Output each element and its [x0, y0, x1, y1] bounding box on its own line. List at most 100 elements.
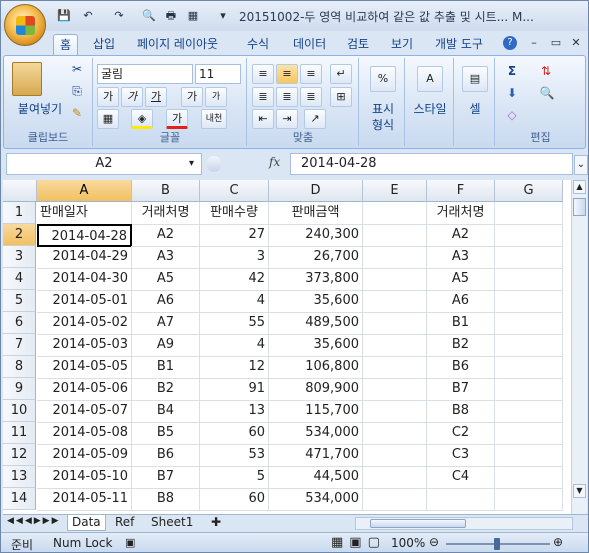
cell[interactable]: A6: [427, 290, 495, 313]
cell[interactable]: [495, 290, 563, 313]
cell[interactable]: 373,800: [269, 268, 363, 291]
align-middle-icon[interactable]: ≡: [276, 64, 298, 84]
cell[interactable]: [363, 378, 427, 401]
qat-dropdown-icon[interactable]: ▾: [215, 8, 231, 24]
row-header[interactable]: 14: [3, 488, 36, 510]
cell[interactable]: 60: [200, 488, 269, 511]
sheet-nav-icon[interactable]: ◀◀◀▶▶▶: [7, 516, 61, 526]
cell[interactable]: [495, 312, 563, 335]
cell[interactable]: [495, 444, 563, 467]
cell[interactable]: 2014-05-01: [37, 290, 132, 313]
tab-formulas[interactable]: 수식: [241, 34, 275, 55]
cell[interactable]: 240,300: [269, 224, 363, 247]
copy-icon[interactable]: ⎘: [69, 84, 85, 99]
formula-input[interactable]: 2014-04-28: [290, 153, 573, 175]
cell[interactable]: 2014-05-10: [37, 466, 132, 489]
cell[interactable]: [363, 356, 427, 379]
align-top-icon[interactable]: ≡: [252, 64, 274, 84]
row-header[interactable]: 3: [3, 246, 36, 268]
cell[interactable]: 55: [200, 312, 269, 335]
border-icon[interactable]: ▦: [97, 109, 119, 129]
decrease-indent-icon[interactable]: ⇤: [252, 109, 274, 129]
insert-sheet-icon[interactable]: ✚: [207, 515, 225, 531]
row-header[interactable]: 11: [3, 422, 36, 444]
cell[interactable]: A3: [132, 246, 200, 269]
cell[interactable]: B5: [132, 422, 200, 445]
cell[interactable]: [363, 488, 427, 511]
merge-center-icon[interactable]: ⊞: [330, 87, 352, 107]
fill-color-icon[interactable]: ◈: [131, 109, 153, 129]
column-header-d[interactable]: D: [269, 180, 363, 202]
cell[interactable]: [363, 290, 427, 313]
zoom-in-icon[interactable]: ⊕: [553, 535, 563, 549]
name-box[interactable]: A2: [6, 153, 202, 175]
number-format-button[interactable]: 표시: [362, 100, 404, 117]
print-preview-icon[interactable]: 🔍: [141, 8, 157, 24]
cell[interactable]: 534,000: [269, 488, 363, 511]
cell[interactable]: [363, 268, 427, 291]
column-header-c[interactable]: C: [200, 180, 269, 202]
row-header[interactable]: 12: [3, 444, 36, 466]
cells-button[interactable]: 셀: [457, 100, 493, 117]
cell[interactable]: 2014-05-05: [37, 356, 132, 379]
tab-insert[interactable]: 삽입: [87, 34, 121, 55]
cell[interactable]: [363, 400, 427, 423]
cell[interactable]: [427, 488, 495, 511]
cell[interactable]: 809,900: [269, 378, 363, 401]
formula-splitter[interactable]: [207, 156, 221, 172]
cell[interactable]: [495, 488, 563, 511]
cell[interactable]: [495, 202, 563, 225]
cell[interactable]: A7: [132, 312, 200, 335]
cell[interactable]: C3: [427, 444, 495, 467]
cell[interactable]: [363, 202, 427, 225]
active-cell[interactable]: 2014-04-28: [37, 224, 132, 247]
sheet-tab-sheet1[interactable]: Sheet1: [147, 515, 197, 531]
paste-icon[interactable]: [12, 62, 42, 96]
namebox-dropdown-icon[interactable]: ▾: [189, 158, 194, 169]
column-header-a[interactable]: A: [37, 180, 132, 202]
cell[interactable]: 44,500: [269, 466, 363, 489]
cell[interactable]: 53: [200, 444, 269, 467]
styles-button[interactable]: 스타일: [408, 100, 452, 117]
cell[interactable]: 판매금액: [269, 202, 363, 225]
cell[interactable]: 27: [200, 224, 269, 247]
increase-indent-icon[interactable]: ⇥: [276, 109, 298, 129]
cell[interactable]: B7: [132, 466, 200, 489]
macro-record-icon[interactable]: ▣: [125, 536, 135, 549]
cell[interactable]: C4: [427, 466, 495, 489]
column-header-g[interactable]: G: [495, 180, 563, 202]
phonetic-button[interactable]: 내천: [201, 109, 227, 129]
save-icon[interactable]: 💾: [56, 8, 72, 24]
tab-page-layout[interactable]: 페이지 레이아웃: [131, 34, 224, 55]
horizontal-scrollbar[interactable]: [355, 517, 573, 530]
row-header[interactable]: 13: [3, 466, 36, 488]
align-left-icon[interactable]: ≣: [252, 87, 274, 107]
cell[interactable]: B8: [132, 488, 200, 511]
cell[interactable]: 60: [200, 422, 269, 445]
cell[interactable]: [363, 246, 427, 269]
cells-icon[interactable]: ▤: [462, 66, 488, 92]
cell[interactable]: 3: [200, 246, 269, 269]
ribbon-close-icon[interactable]: ✕: [568, 35, 584, 51]
styles-icon[interactable]: A: [417, 66, 443, 92]
cell[interactable]: B1: [132, 356, 200, 379]
help-icon[interactable]: ?: [503, 36, 517, 50]
form-icon[interactable]: ▦: [185, 8, 201, 24]
cell[interactable]: 2014-04-30: [37, 268, 132, 291]
cell[interactable]: B6: [132, 444, 200, 467]
tab-data[interactable]: 데이터: [287, 34, 332, 55]
cell[interactable]: [363, 334, 427, 357]
cell[interactable]: 2014-05-11: [37, 488, 132, 511]
align-center-icon[interactable]: ≣: [276, 87, 298, 107]
bold-button[interactable]: 가: [97, 87, 119, 107]
select-all-corner[interactable]: [3, 180, 37, 202]
cell[interactable]: 106,800: [269, 356, 363, 379]
cell[interactable]: A2: [132, 224, 200, 247]
vertical-scrollbar[interactable]: ▲ ▼: [571, 180, 587, 514]
row-header[interactable]: 5: [3, 290, 36, 312]
office-button[interactable]: [4, 4, 46, 46]
view-buttons-icon[interactable]: ▦▣▢: [331, 535, 386, 550]
cell[interactable]: 26,700: [269, 246, 363, 269]
underline-button[interactable]: 가: [145, 87, 167, 107]
cell[interactable]: B1: [427, 312, 495, 335]
